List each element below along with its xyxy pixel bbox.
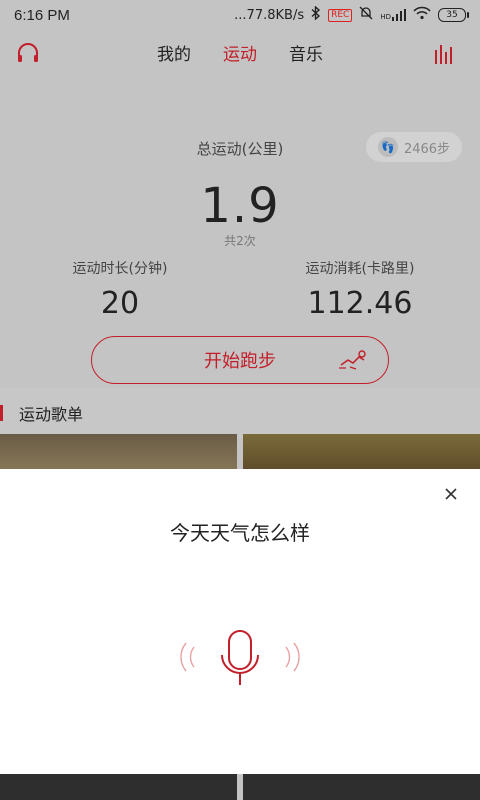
playlist-thumbnail[interactable]	[243, 434, 480, 474]
sport-times: 共2次	[224, 234, 256, 248]
calories-stat: 运动消耗(卡路里) 112.46	[240, 258, 480, 321]
network-speed: ...77.8KB/s	[234, 7, 305, 23]
status-icons: ...77.8KB/s REC HD 35	[234, 5, 469, 24]
start-run-button[interactable]: 开始跑步	[91, 336, 389, 384]
mute-icon	[359, 6, 373, 24]
tab-sport[interactable]: 运动	[223, 40, 257, 65]
equalizer-icon[interactable]	[434, 42, 456, 68]
voice-prompt: 今天天气怎么样	[170, 521, 310, 545]
record-badge: REC	[328, 8, 353, 22]
voice-input-sheet: 今天天气怎么样	[0, 469, 480, 774]
duration-stat: 运动时长(分钟) 20	[0, 258, 240, 321]
duration-label: 运动时长(分钟)	[72, 261, 168, 277]
tab-mine[interactable]: 我的	[157, 40, 191, 65]
start-run-label: 开始跑步	[204, 351, 276, 372]
headphones-icon[interactable]	[16, 42, 40, 68]
steps-count: 2466步	[403, 141, 451, 157]
bluetooth-icon	[311, 5, 321, 24]
hd-signal-icon: HD	[380, 9, 406, 21]
playlist-thumbnail[interactable]	[0, 434, 237, 474]
top-nav: 我的 运动 音乐	[0, 30, 480, 74]
wifi-icon	[413, 6, 431, 24]
playlist-thumbnail[interactable]	[0, 774, 237, 800]
microphone-icon[interactable]	[176, 627, 304, 691]
status-time: 6:16 PM	[14, 6, 70, 24]
sport-summary: 总运动(公里) 👣 2466步 1.9 共2次 运动时长(分钟) 20 运动消耗…	[0, 74, 480, 384]
shoe-icon: 👣	[377, 137, 398, 157]
steps-pill[interactable]: 👣 2466步	[366, 132, 462, 162]
playlist-thumbnails	[0, 434, 480, 474]
calories-value: 112.46	[307, 286, 413, 321]
close-icon[interactable]	[442, 485, 460, 503]
section-marker	[0, 405, 3, 421]
playlist-header: 运动歌单	[0, 388, 480, 438]
playlist-thumbnail[interactable]	[243, 774, 480, 800]
status-bar: 6:16 PM ...77.8KB/s REC HD 35	[0, 0, 480, 30]
duration-value: 20	[100, 286, 140, 321]
total-distance-value: 1.9	[200, 178, 280, 234]
battery-icon: 35	[438, 8, 469, 22]
bottom-thumbnails	[0, 774, 480, 800]
calories-label: 运动消耗(卡路里)	[305, 261, 415, 277]
runner-icon	[338, 349, 368, 376]
playlist-title: 运动歌单	[19, 405, 84, 424]
tab-music[interactable]: 音乐	[289, 40, 323, 65]
